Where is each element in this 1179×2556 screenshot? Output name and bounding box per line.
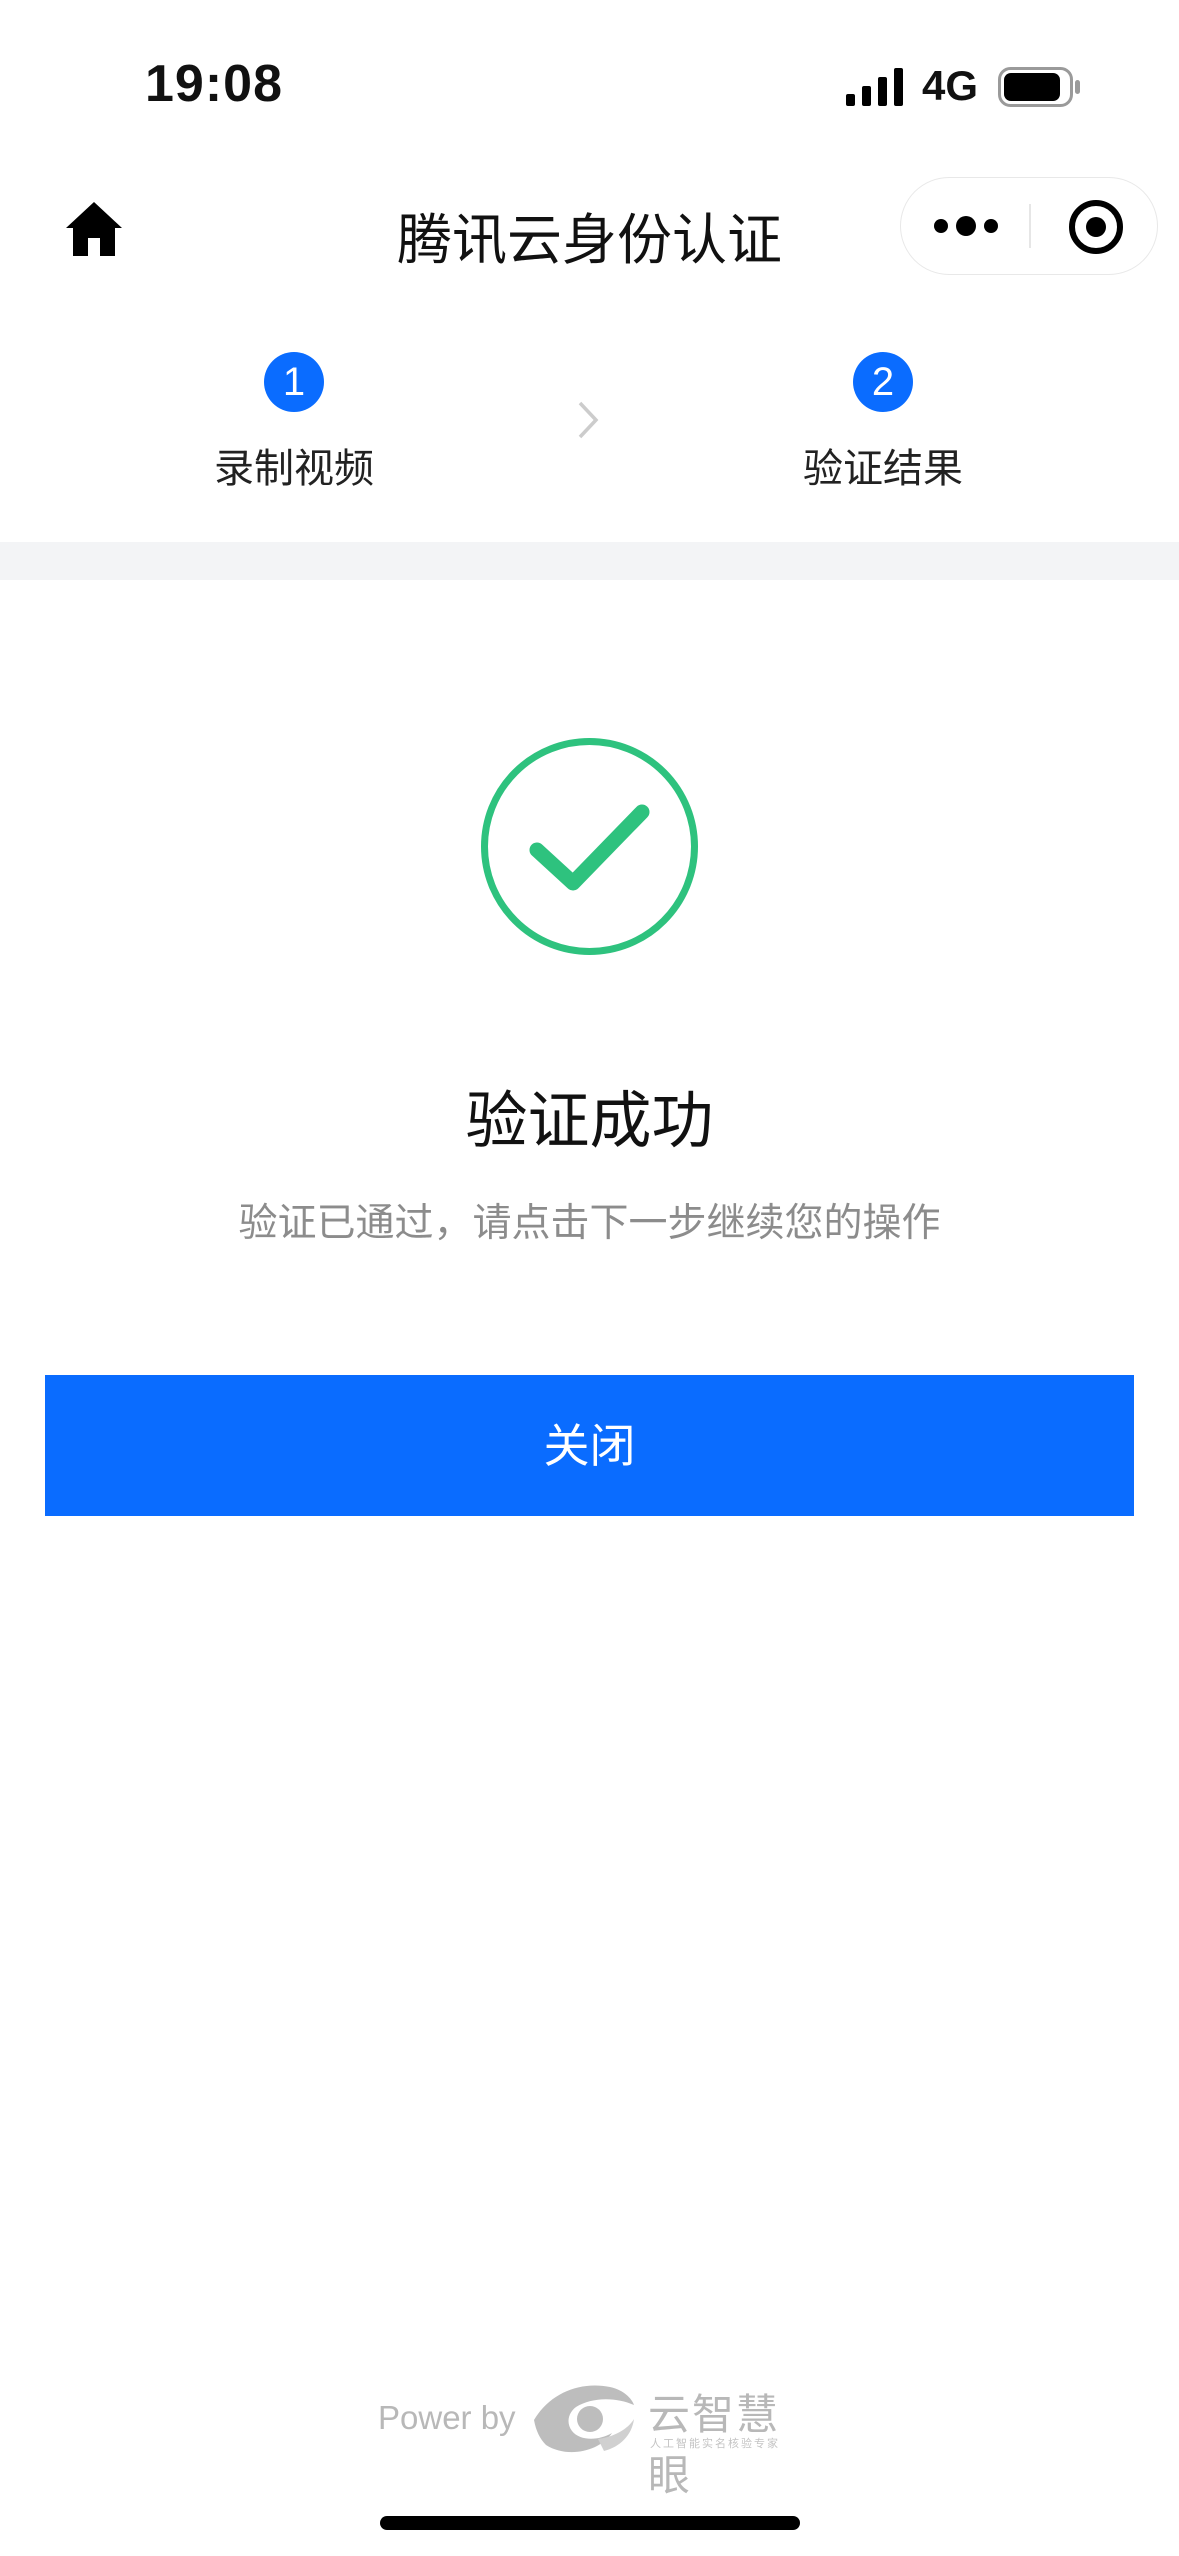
footer-branding: Power by 云智慧眼 人工智能实名核验专家 [370, 2375, 810, 2500]
status-time: 19:08 [145, 55, 283, 113]
signal-icon [846, 68, 903, 106]
close-mini-program-icon[interactable] [1067, 198, 1125, 256]
result-title: 验证成功 [465, 1084, 714, 1157]
capsule-divider [1029, 204, 1031, 248]
battery-icon [998, 67, 1080, 107]
status-bar: 19:08 4G [0, 0, 1179, 175]
section-divider [0, 542, 1179, 580]
brand-slogan: 人工智能实名核验专家 [650, 2437, 780, 2450]
brand-eye-logo-icon [534, 2385, 634, 2453]
home-indicator[interactable] [380, 2516, 800, 2530]
step-indicator: 1 录制视频 2 验证结果 [0, 338, 1179, 492]
step-number: 1 [264, 352, 324, 412]
step-label: 录制视频 [214, 446, 374, 492]
power-by-text: Power by [378, 2399, 516, 2436]
network-label: 4G [922, 62, 979, 109]
close-button[interactable]: 关闭 [45, 1375, 1134, 1516]
result-description: 验证已通过，请点击下一步继续您的操作 [238, 1201, 941, 1246]
chevron-right-icon [578, 401, 599, 439]
mini-program-capsule [900, 177, 1158, 275]
step-verify-result: 2 验证结果 [733, 338, 1033, 494]
more-icon[interactable] [931, 204, 1001, 248]
step-label: 验证结果 [803, 446, 963, 492]
step-number: 2 [853, 352, 913, 412]
step-record-video: 1 录制视频 [144, 338, 444, 494]
nav-bar: 腾讯云身份认证 [0, 175, 1179, 285]
success-check-icon [481, 738, 698, 955]
